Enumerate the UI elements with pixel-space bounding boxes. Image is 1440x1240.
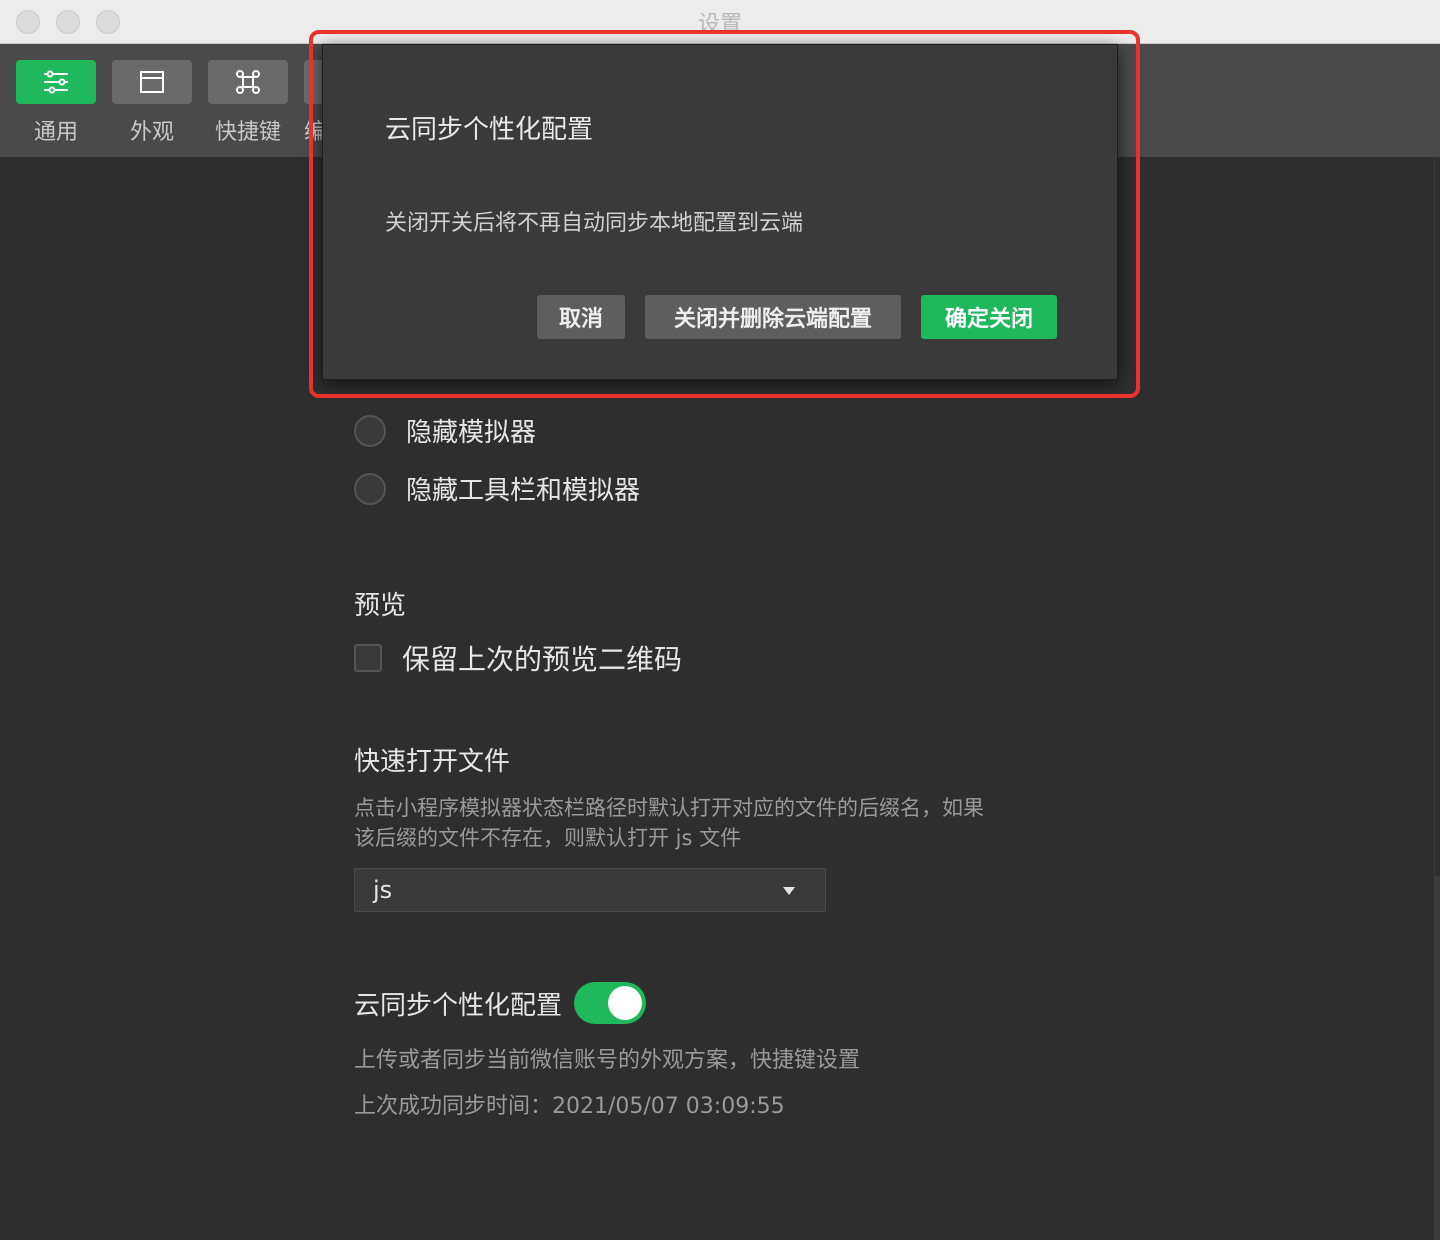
cloud-sync-title: 云同步个性化配置 xyxy=(354,990,563,1021)
select-value: js xyxy=(373,876,393,904)
sliders-icon xyxy=(16,60,96,104)
preview-qrcode-checkbox-row[interactable]: 保留上次的预览二维码 xyxy=(354,638,682,678)
tab-shortcuts[interactable]: 快捷键 xyxy=(208,60,288,146)
cancel-button[interactable]: 取消 xyxy=(537,295,625,339)
chevron-down-icon xyxy=(783,887,795,895)
window-title: 设置 xyxy=(697,12,742,37)
tab-shortcuts-label: 快捷键 xyxy=(214,120,281,145)
tab-appearance[interactable]: 外观 xyxy=(112,60,192,146)
title-bar: 设置 xyxy=(0,0,1440,44)
radio-button[interactable] xyxy=(354,414,386,447)
tab-partial-label: 编 xyxy=(304,120,324,145)
quickopen-section-title: 快速打开文件 xyxy=(354,747,511,777)
cloud-sync-toggle[interactable] xyxy=(574,982,647,1024)
cloud-sync-dialog: 云同步个性化配置 关闭开关后将不再自动同步本地配置到云端 取消 关闭并删除云端配… xyxy=(322,44,1118,380)
preview-section-title: 预览 xyxy=(354,591,407,621)
tab-appearance-label: 外观 xyxy=(129,120,174,145)
toggle-knob xyxy=(608,986,643,1020)
cloud-sync-row: 云同步个性化配置 xyxy=(354,982,647,1024)
cloud-sync-last-time: 上次成功同步时间：2021/05/07 03:09:55 xyxy=(354,1094,785,1119)
radio-hide-toolbar-simulator[interactable]: 隐藏工具栏和模拟器 xyxy=(354,470,640,507)
window-icon xyxy=(112,60,192,104)
quickopen-extension-select[interactable]: js xyxy=(354,868,826,912)
close-and-delete-button[interactable]: 关闭并删除云端配置 xyxy=(645,295,901,339)
radio-label: 隐藏工具栏和模拟器 xyxy=(406,476,641,506)
command-icon xyxy=(208,60,288,104)
radio-hide-simulator[interactable]: 隐藏模拟器 xyxy=(354,412,536,449)
checkbox-label: 保留上次的预览二维码 xyxy=(402,643,683,676)
tab-partial[interactable]: 编 xyxy=(304,60,324,146)
dialog-message: 关闭开关后将不再自动同步本地配置到云端 xyxy=(385,211,804,236)
radio-label: 隐藏模拟器 xyxy=(406,418,537,448)
radio-button[interactable] xyxy=(354,472,386,505)
settings-window: 设置 通用 外观 快捷键 编 隐藏模拟器 隐藏工具栏和模拟器 预览 保留上次的预… xyxy=(0,0,1440,1240)
partial-icon xyxy=(304,60,324,104)
cloud-sync-description: 上传或者同步当前微信账号的外观方案，快捷键设置 xyxy=(354,1048,861,1073)
quickopen-description: 点击小程序模拟器状态栏路径时默认打开对应的文件的后缀名，如果该后缀的文件不存在，… xyxy=(354,796,984,850)
dialog-title: 云同步个性化配置 xyxy=(385,115,594,145)
preview-qrcode-checkbox[interactable] xyxy=(354,644,382,672)
confirm-close-button[interactable]: 确定关闭 xyxy=(921,295,1057,339)
tab-general-label: 通用 xyxy=(33,120,78,145)
tab-general[interactable]: 通用 xyxy=(16,60,96,146)
